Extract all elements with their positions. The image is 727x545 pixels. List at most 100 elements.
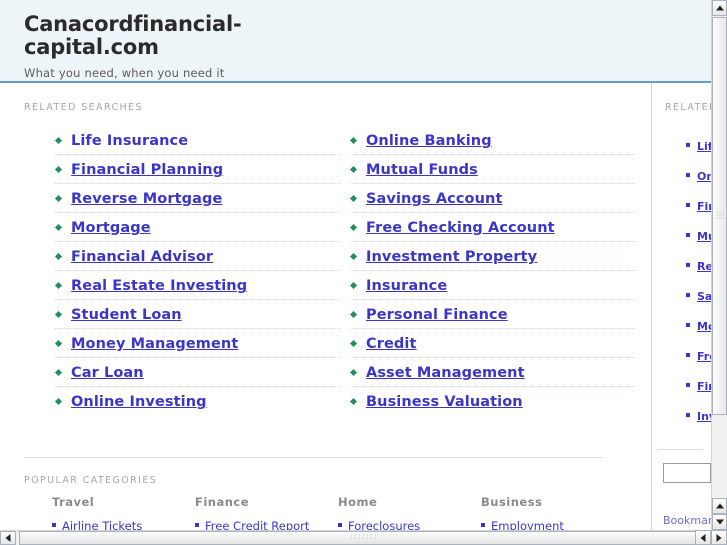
sidebar-related-link[interactable]: Inv (697, 410, 711, 423)
category-group-title: Travel (52, 495, 95, 509)
diamond-bullet-icon (55, 224, 64, 233)
category-link[interactable]: Foreclosures (348, 519, 420, 530)
related-search-link[interactable]: Financial Advisor (71, 249, 213, 265)
related-search-link[interactable]: Online Investing (71, 394, 207, 410)
related-search-row[interactable]: Business Valuation (350, 387, 635, 415)
horizontal-scrollbar[interactable] (0, 530, 711, 545)
chevron-left-icon-2 (700, 533, 706, 542)
related-search-row[interactable]: Insurance (350, 271, 635, 300)
hscroll-next-button[interactable] (711, 530, 727, 545)
main-column: RELATED SEARCHES Life Insurance Financial… (0, 83, 652, 530)
category-link[interactable]: Employment (491, 519, 564, 530)
related-search-link[interactable]: Reverse Mortgage (71, 191, 222, 207)
vertical-scrollbar[interactable] (711, 0, 727, 530)
square-bullet-icon (481, 523, 485, 527)
related-search-link[interactable]: Student Loan (71, 307, 182, 323)
scrollbar-grip-icon (716, 211, 723, 221)
sidebar-related-row[interactable]: On (686, 161, 711, 191)
sidebar-related-row[interactable]: Fin (686, 371, 711, 401)
related-search-link[interactable]: Asset Management (366, 365, 525, 381)
related-search-row[interactable]: Asset Management (350, 358, 635, 387)
related-search-link[interactable]: Real Estate Investing (71, 278, 247, 294)
sidebar-related-row[interactable]: Sa (686, 281, 711, 311)
related-search-link[interactable]: Business Valuation (366, 394, 523, 410)
related-search-link[interactable]: Mortgage (71, 220, 151, 236)
vertical-scrollbar-thumb[interactable] (712, 17, 727, 415)
related-search-link[interactable]: Life Insurance (71, 133, 188, 149)
related-search-row[interactable]: Financial Planning (55, 155, 340, 184)
diamond-bullet-icon (55, 253, 64, 262)
scrollbar-grip-icon-horizontal (351, 534, 377, 542)
related-search-row[interactable]: Financial Advisor (55, 242, 340, 271)
diamond-bullet-icon (55, 195, 64, 204)
related-search-row[interactable]: Car Loan (55, 358, 340, 387)
sidebar-related-row[interactable]: Re (686, 251, 711, 281)
related-search-row[interactable]: Money Management (55, 329, 340, 358)
category-link[interactable]: Free Credit Report (205, 519, 309, 530)
sidebar-related-row[interactable]: Inv (686, 401, 711, 431)
sidebar-related-heading: RELATED (665, 102, 711, 113)
related-search-link[interactable]: Car Loan (71, 365, 144, 381)
related-search-link[interactable]: Credit (366, 336, 417, 352)
scroll-left-button[interactable] (0, 531, 16, 545)
related-search-link[interactable]: Financial Planning (71, 162, 223, 178)
sidebar-related-link[interactable]: Fre (697, 350, 711, 363)
sidebar-related-link[interactable]: Mo (697, 320, 711, 333)
related-search-row[interactable]: Mutual Funds (350, 155, 635, 184)
sidebar-related-link[interactable]: Mu (697, 230, 711, 243)
related-search-row[interactable]: Reverse Mortgage (55, 184, 340, 213)
related-search-row[interactable]: Real Estate Investing (55, 271, 340, 300)
page-title: Canacordfinancial-capital.com (24, 12, 242, 59)
related-search-link[interactable]: Savings Account (366, 191, 502, 207)
sidebar-related-row[interactable]: Fin (686, 191, 711, 221)
sidebar-related-row[interactable]: Lif (686, 131, 711, 161)
related-search-row[interactable]: Personal Finance (350, 300, 635, 329)
related-search-row[interactable]: Student Loan (55, 300, 340, 329)
scroll-up-button[interactable] (712, 0, 727, 16)
sidebar-related-link[interactable]: On (697, 170, 711, 183)
search-input[interactable] (663, 463, 711, 483)
category-group-title: Home (338, 495, 378, 509)
sidebar-related-link[interactable]: Fin (697, 200, 711, 213)
sidebar-related-link[interactable]: Fin (697, 380, 711, 393)
related-search-link[interactable]: Free Checking Account (366, 220, 555, 236)
related-search-link[interactable]: Mutual Funds (366, 162, 478, 178)
sidebar-related-link[interactable]: Sa (697, 290, 711, 303)
diamond-bullet-icon (55, 137, 64, 146)
dot-bullet-icon (686, 173, 690, 177)
sidebar-related-row[interactable]: Fre (686, 341, 711, 371)
category-link[interactable]: Airline Tickets (62, 519, 142, 530)
scroll-up-button-bottom[interactable] (712, 498, 727, 514)
category-link-row[interactable]: Airline Tickets (52, 514, 195, 530)
related-search-row[interactable]: Life Insurance (55, 126, 340, 155)
chevron-right-icon (716, 533, 722, 542)
related-search-row[interactable]: Online Banking (350, 126, 635, 155)
related-search-row[interactable]: Savings Account (350, 184, 635, 213)
category-link-row[interactable]: Foreclosures (338, 514, 481, 530)
related-search-link[interactable]: Investment Property (366, 249, 537, 265)
hscroll-prev-button[interactable] (695, 530, 711, 545)
horizontal-scrollbar-thumb[interactable] (19, 531, 709, 545)
related-search-row[interactable]: Investment Property (350, 242, 635, 271)
sidebar-related-row[interactable]: Mo (686, 311, 711, 341)
related-search-link[interactable]: Money Management (71, 336, 238, 352)
related-search-row[interactable]: Free Checking Account (350, 213, 635, 242)
related-search-row[interactable]: Online Investing (55, 387, 340, 415)
category-link-row[interactable]: Free Credit Report (195, 514, 338, 530)
dot-bullet-icon (686, 323, 690, 327)
related-search-row[interactable]: Mortgage (55, 213, 340, 242)
bookmark-link[interactable]: Bookmark (663, 514, 711, 527)
sidebar-related-link[interactable]: Re (697, 260, 711, 273)
sidebar-related-link[interactable]: Lif (697, 140, 711, 153)
category-link-row[interactable]: Employment (481, 514, 624, 530)
related-searches-heading: RELATED SEARCHES (24, 102, 143, 113)
dot-bullet-icon (686, 413, 690, 417)
scroll-down-button[interactable] (712, 514, 727, 530)
related-search-row[interactable]: Credit (350, 329, 635, 358)
sidebar-related-row[interactable]: Mu (686, 221, 711, 251)
diamond-bullet-icon (55, 398, 64, 407)
related-search-link[interactable]: Online Banking (366, 133, 492, 149)
site-tagline: What you need, when you need it (24, 66, 225, 80)
related-search-link[interactable]: Insurance (366, 278, 447, 294)
related-search-link[interactable]: Personal Finance (366, 307, 508, 323)
